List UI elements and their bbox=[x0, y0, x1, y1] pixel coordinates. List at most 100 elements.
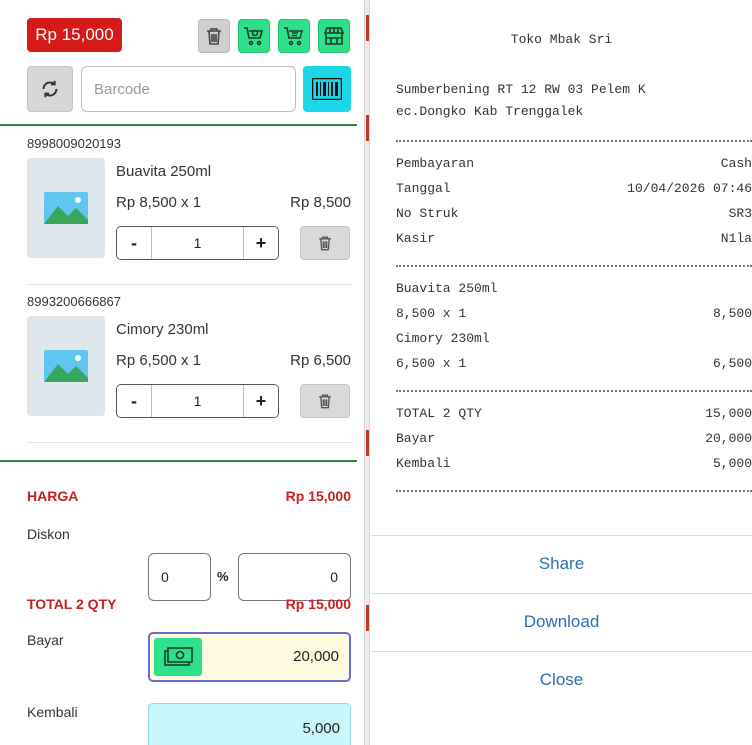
panel-divider bbox=[364, 0, 370, 745]
cashier-label: Kasir bbox=[396, 231, 436, 246]
item-qty-line: 6,500 x 1 bbox=[396, 356, 467, 371]
total-value: 15,000 bbox=[705, 406, 752, 421]
kembali-label: Kembali bbox=[27, 704, 78, 720]
store-address-line: Sumberbening RT 12 RW 03 Pelem K bbox=[396, 82, 646, 97]
receipt-row: Kasir N1la bbox=[396, 231, 752, 251]
total-value: Rp 15,000 bbox=[285, 596, 351, 612]
item-name: Buavita 250ml bbox=[116, 163, 212, 180]
store-name: Toko Mbak Sri bbox=[510, 32, 613, 47]
total-badge: Rp 15,000 bbox=[27, 18, 122, 52]
barcode-input[interactable] bbox=[81, 66, 296, 112]
refresh-icon bbox=[42, 80, 58, 98]
payment-method-value: Cash bbox=[720, 156, 752, 171]
receipt-row: Kembali 5,000 bbox=[396, 456, 752, 476]
item-name: Cimory 230ml bbox=[116, 321, 209, 338]
receipt-row: Bayar 20,000 bbox=[396, 431, 752, 451]
receipt-dialog: Toko Mbak Sri Sumberbening RT 12 RW 03 P… bbox=[371, 0, 752, 745]
percent-symbol: % bbox=[217, 569, 229, 584]
item-barcode: 8998009020193 bbox=[27, 136, 121, 151]
quantity-value[interactable]: 1 bbox=[152, 385, 243, 417]
store-address-line: ec.Dongko Kab Trenggalek bbox=[396, 104, 584, 119]
cart-list-icon bbox=[284, 27, 304, 46]
cashier-value: N1la bbox=[720, 231, 752, 246]
item-qty-line: 8,500 x 1 bbox=[396, 306, 467, 321]
image-placeholder-icon bbox=[44, 350, 88, 382]
item-amount: 8,500 bbox=[712, 306, 752, 321]
date-value: 10/04/2026 07:46 bbox=[627, 181, 752, 196]
trash-icon bbox=[319, 236, 331, 251]
change-value: 5,000 bbox=[302, 720, 340, 737]
remove-item-button[interactable] bbox=[300, 226, 350, 260]
scan-barcode-button[interactable] bbox=[303, 66, 351, 112]
cash-icon bbox=[164, 647, 193, 666]
cash-exact-button[interactable] bbox=[154, 638, 202, 676]
product-image bbox=[27, 158, 105, 258]
total-label: TOTAL 2 QTY bbox=[396, 406, 482, 421]
item-name: Cimory 230ml bbox=[396, 331, 490, 346]
receipt-item-name: Cimory 230ml bbox=[396, 331, 752, 351]
trash-icon bbox=[207, 28, 221, 45]
payment-value: 20,000 bbox=[293, 648, 339, 665]
increase-qty-button[interactable]: + bbox=[243, 227, 278, 259]
harga-value: Rp 15,000 bbox=[285, 488, 351, 504]
decrease-qty-button[interactable]: - bbox=[117, 385, 152, 417]
clear-cart-button[interactable] bbox=[198, 19, 230, 53]
receipt-number-label: No Struk bbox=[396, 206, 459, 221]
receipt-item-line: 6,500 x 1 6,500 bbox=[396, 356, 752, 376]
cart-clock-icon bbox=[244, 27, 264, 46]
receipt-separator bbox=[396, 265, 752, 267]
total-qty-label: TOTAL 2 QTY bbox=[27, 596, 117, 612]
receipt-separator bbox=[396, 390, 752, 392]
quantity-stepper: - 1 + bbox=[116, 384, 279, 418]
receipt-item-name: Buavita 250ml bbox=[396, 281, 752, 301]
refresh-button[interactable] bbox=[27, 66, 73, 112]
decrease-qty-button[interactable]: - bbox=[117, 227, 152, 259]
section-divider bbox=[0, 460, 357, 462]
trash-icon bbox=[319, 394, 331, 409]
cart-save-button[interactable] bbox=[238, 19, 270, 53]
payment-input[interactable]: 20,000 bbox=[148, 632, 351, 682]
receipt-separator bbox=[396, 140, 752, 142]
diskon-label: Diskon bbox=[27, 526, 70, 542]
receipt-row: Tanggal 10/04/2026 07:46 bbox=[396, 181, 752, 201]
discount-amount-input[interactable]: 0 bbox=[238, 553, 351, 601]
remove-item-button[interactable] bbox=[300, 384, 350, 418]
change-display: 5,000 bbox=[148, 703, 351, 745]
paid-value: 20,000 bbox=[705, 431, 752, 446]
harga-label: HARGA bbox=[27, 488, 79, 504]
payment-method-label: Pembayaran bbox=[396, 156, 475, 171]
receipt-row: TOTAL 2 QTY 15,000 bbox=[396, 406, 752, 426]
section-divider bbox=[0, 124, 357, 126]
product-image bbox=[27, 316, 105, 416]
quantity-value[interactable]: 1 bbox=[152, 227, 243, 259]
item-subtotal: Rp 8,500 bbox=[290, 194, 351, 211]
store-button[interactable] bbox=[318, 19, 350, 53]
download-button[interactable]: Download bbox=[371, 594, 752, 650]
discount-percent-input[interactable]: 0 bbox=[148, 553, 211, 601]
item-separator bbox=[27, 284, 352, 285]
cashier-panel: Rp 15,000 8998009020193 Buavita 250ml Rp… bbox=[0, 0, 364, 745]
item-subtotal: Rp 6,500 bbox=[290, 352, 351, 369]
item-barcode: 8993200666867 bbox=[27, 294, 121, 309]
receipt-item-line: 8,500 x 1 8,500 bbox=[396, 306, 752, 326]
bayar-label: Bayar bbox=[27, 632, 64, 648]
increase-qty-button[interactable]: + bbox=[243, 385, 278, 417]
receipt-row: Pembayaran Cash bbox=[396, 156, 752, 176]
share-button[interactable]: Share bbox=[371, 536, 752, 592]
item-price-qty: Rp 8,500 x 1 bbox=[116, 194, 202, 211]
item-price-qty: Rp 6,500 x 1 bbox=[116, 352, 202, 369]
receipt-separator bbox=[396, 490, 752, 492]
receipt-row: No Struk SR3 bbox=[396, 206, 752, 226]
close-button[interactable]: Close bbox=[371, 652, 752, 708]
item-amount: 6,500 bbox=[712, 356, 752, 371]
receipt-number-value: SR3 bbox=[728, 206, 752, 221]
quantity-stepper: - 1 + bbox=[116, 226, 279, 260]
date-label: Tanggal bbox=[396, 181, 451, 196]
paid-label: Bayar bbox=[396, 431, 436, 446]
item-separator bbox=[27, 442, 352, 443]
store-icon bbox=[323, 27, 345, 45]
change-label: Kembali bbox=[396, 456, 451, 471]
item-name: Buavita 250ml bbox=[396, 281, 498, 296]
cart-list-button[interactable] bbox=[278, 19, 310, 53]
change-value: 5,000 bbox=[712, 456, 752, 471]
